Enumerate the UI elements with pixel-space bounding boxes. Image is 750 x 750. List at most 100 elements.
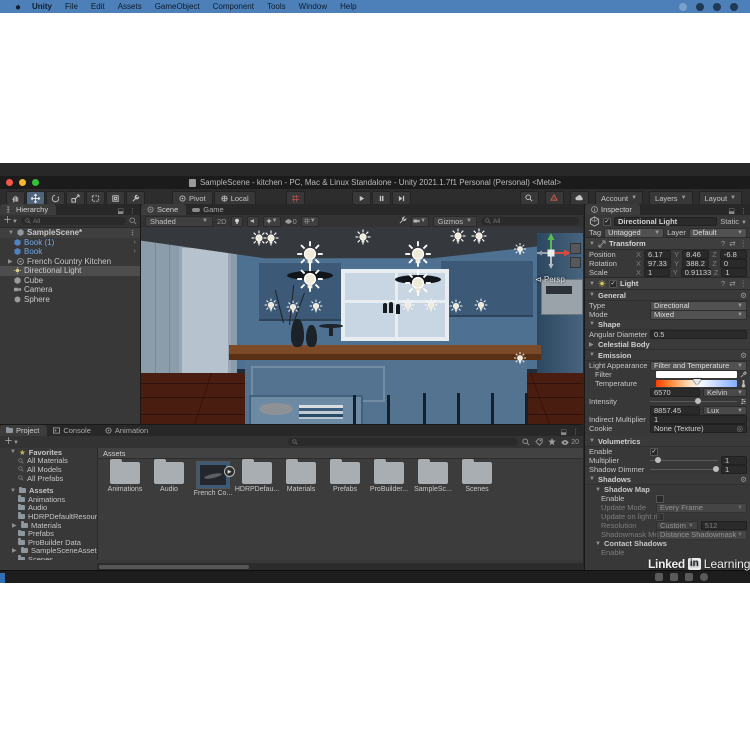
tool-settings-icon[interactable] xyxy=(399,216,407,226)
multiplier-slider[interactable] xyxy=(650,460,718,462)
scene-orientation-gizmo[interactable] xyxy=(529,231,573,275)
assets-root[interactable]: ▼Assets xyxy=(0,486,97,495)
tree-folder-prefabs[interactable]: Prefabs xyxy=(0,529,97,538)
lock-icon[interactable]: ⬓ xyxy=(117,207,124,215)
overlay-button[interactable] xyxy=(570,243,581,254)
resolution-value-field[interactable]: 512 xyxy=(701,521,747,531)
menu-file[interactable]: File xyxy=(65,2,78,11)
grid-snap-icon[interactable] xyxy=(286,191,305,205)
hierarchy-scene-row[interactable]: ▼SampleScene*⋮ xyxy=(0,228,140,238)
menu-gameobject[interactable]: GameObject xyxy=(155,2,200,11)
tree-folder-materials[interactable]: ▶Materials xyxy=(0,521,97,530)
activity-icon[interactable] xyxy=(700,573,708,581)
tree-folder-hdrp[interactable]: HDRPDefaultResources xyxy=(0,512,97,521)
indirect-multiplier-field[interactable]: 1 xyxy=(650,415,747,425)
presets-icon[interactable]: ⇄ xyxy=(729,279,735,288)
rect-tool-icon[interactable] xyxy=(86,191,105,205)
tag-dropdown[interactable]: Untagged▼ xyxy=(604,228,664,238)
asset-preview-play-icon[interactable]: ▶ xyxy=(224,466,235,477)
apple-logo-icon[interactable] xyxy=(14,3,22,11)
persp-mode-label[interactable]: ⊲ Persp xyxy=(535,275,565,284)
statusbar-clock-icon[interactable] xyxy=(730,3,738,11)
scene-camera-dropdown[interactable]: ▼ xyxy=(411,216,429,227)
light-mode-dropdown[interactable]: Mixed▼ xyxy=(650,310,747,320)
tab-hierarchy[interactable]: Hierarchy xyxy=(0,204,56,215)
project-search-input[interactable] xyxy=(288,438,518,446)
tab-project[interactable]: Project xyxy=(0,425,47,436)
rotation-z-field[interactable]: 0 xyxy=(720,259,747,269)
rotation-x-field[interactable]: 97.33 xyxy=(644,259,671,269)
minimize-window-button[interactable] xyxy=(19,179,26,186)
scale-x-field[interactable]: 1 xyxy=(644,268,670,278)
account-dropdown[interactable]: Account▼ xyxy=(595,191,643,205)
move-tool-icon[interactable] xyxy=(26,191,45,205)
scene-visibility-icon[interactable] xyxy=(129,217,137,225)
tree-folder-probuilder[interactable]: ProBuilder Data xyxy=(0,538,97,547)
menu-assets[interactable]: Assets xyxy=(118,2,142,11)
pause-button[interactable] xyxy=(372,191,391,205)
tab-game[interactable]: Game xyxy=(186,204,231,215)
menu-tools[interactable]: Tools xyxy=(267,2,286,11)
favorites-all-prefabs[interactable]: All Prefabs xyxy=(0,474,97,483)
scene-menu-icon[interactable]: ⋮ xyxy=(129,229,140,237)
pivot-toggle-button[interactable]: Pivot xyxy=(172,191,213,205)
scene-grid-dropdown[interactable]: ▼ xyxy=(301,216,319,227)
prefab-open-arrow-icon[interactable]: › xyxy=(134,248,140,255)
position-z-field[interactable]: -6.8 xyxy=(720,250,747,260)
help-icon[interactable]: ? xyxy=(721,279,725,288)
favorites-all-models[interactable]: All Models xyxy=(0,465,97,474)
favorites-all-materials[interactable]: All Materials xyxy=(0,457,97,466)
gameobject-name-field[interactable]: Directional Light xyxy=(614,217,717,227)
tab-scene[interactable]: Scene xyxy=(141,204,186,215)
shadow-dimmer-slider[interactable] xyxy=(650,469,718,471)
presets-icon[interactable]: ⇄ xyxy=(729,239,735,248)
light-enabled-checkbox[interactable] xyxy=(609,280,617,288)
hierarchy-item-kitchen[interactable]: ▶French Country Kitchen xyxy=(0,257,140,267)
shadow-map-enable-checkbox[interactable] xyxy=(656,495,664,503)
light-appearance-dropdown[interactable]: Filter and Temperature▼ xyxy=(650,361,747,371)
lock-icon[interactable]: ⬓ xyxy=(728,207,735,215)
multiplier-value-field[interactable]: 1 xyxy=(721,456,747,466)
menu-edit[interactable]: Edit xyxy=(91,2,105,11)
cloud-icon[interactable] xyxy=(570,191,589,205)
rotation-y-field[interactable]: 388.2 xyxy=(682,259,709,269)
shadow-dimmer-value-field[interactable]: 1 xyxy=(721,465,747,475)
search-icon[interactable] xyxy=(520,191,539,205)
component-menu-icon[interactable]: ⋮ xyxy=(740,239,748,248)
scene-search-input[interactable]: All xyxy=(481,217,579,225)
add-gameobject-button[interactable]: ＋▼ xyxy=(3,216,18,226)
layers-dropdown[interactable]: Layers▼ xyxy=(649,191,692,205)
search-by-type-icon[interactable] xyxy=(522,438,530,446)
folder-audio[interactable]: Audio xyxy=(148,462,190,493)
local-toggle-button[interactable]: Local xyxy=(214,191,256,205)
hierarchy-item-camera[interactable]: Camera xyxy=(0,285,140,295)
filter-color-swatch[interactable] xyxy=(656,371,737,378)
zoom-window-button[interactable] xyxy=(32,179,39,186)
tree-folder-animations[interactable]: Animations xyxy=(0,495,97,504)
resolution-mode-dropdown[interactable]: Custom▼ xyxy=(656,521,698,531)
shading-mode-dropdown[interactable]: Shaded▼ xyxy=(145,216,213,227)
eyedropper-icon[interactable] xyxy=(740,371,747,378)
temperature-unit-dropdown[interactable]: Kelvin▼ xyxy=(703,388,747,398)
intensity-slider[interactable] xyxy=(650,401,737,403)
hidden-objects-count[interactable]: 0 xyxy=(285,217,297,226)
tab-console[interactable]: Console xyxy=(47,425,99,436)
gizmos-dropdown[interactable]: Gizmos▼ xyxy=(433,216,477,227)
notification-muted-icon[interactable] xyxy=(655,573,663,581)
horizontal-scrollbar[interactable] xyxy=(97,563,583,570)
scene-audio-icon[interactable] xyxy=(247,216,259,227)
folder-materials[interactable]: Materials xyxy=(280,462,322,493)
cache-server-icon[interactable] xyxy=(670,573,678,581)
transform-tool-icon[interactable] xyxy=(106,191,125,205)
folder-hdrpdefault[interactable]: HDRPDefau... xyxy=(236,462,278,493)
position-y-field[interactable]: 8.46 xyxy=(682,250,709,260)
hierarchy-item-book[interactable]: Book› xyxy=(0,247,140,257)
custom-tool-icon[interactable] xyxy=(126,191,145,205)
scale-tool-icon[interactable] xyxy=(66,191,85,205)
scene-lighting-icon[interactable] xyxy=(231,216,243,227)
hierarchy-search-input[interactable]: All xyxy=(21,217,126,225)
overlay-button[interactable] xyxy=(570,257,581,268)
folder-scenes[interactable]: Scenes xyxy=(456,462,498,493)
tree-folder-samplescene[interactable]: ▶SampleSceneAssets xyxy=(0,547,97,556)
hand-tool-icon[interactable] xyxy=(6,191,25,205)
